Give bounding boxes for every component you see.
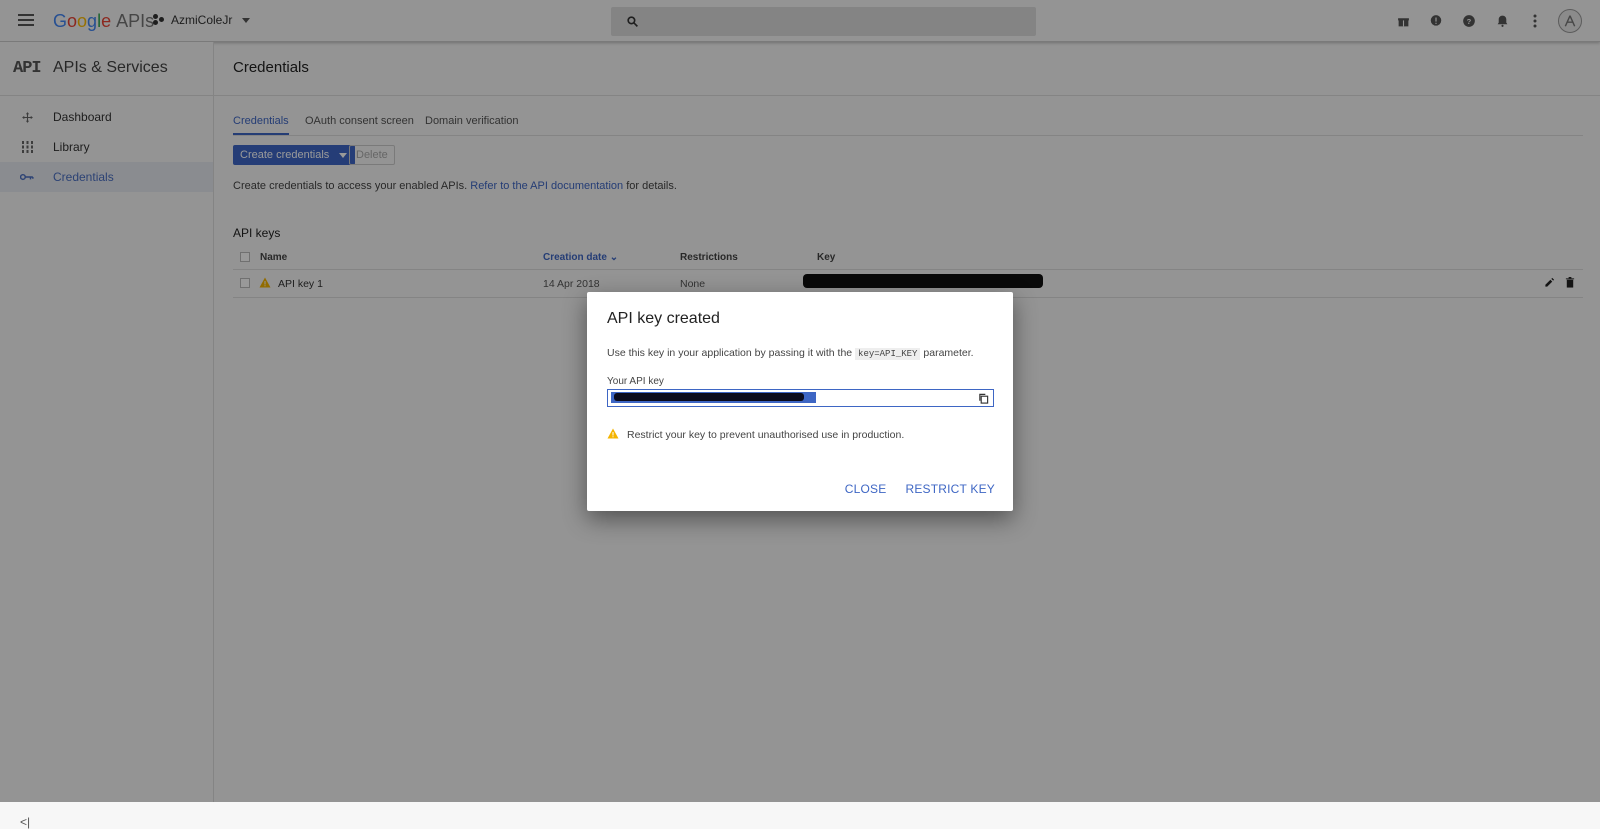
dialog-title: API key created	[607, 310, 720, 327]
dialog-description: Use this key in your application by pass…	[607, 347, 974, 360]
api-key-field-label: Your API key	[607, 376, 664, 387]
copy-icon[interactable]	[978, 392, 989, 407]
close-button[interactable]: CLOSE	[845, 482, 887, 496]
api-key-created-dialog: API key created Use this key in your app…	[587, 292, 1013, 511]
dialog-text-after: parameter.	[923, 347, 974, 359]
dialog-text-before: Use this key in your application by pass…	[607, 347, 853, 359]
restrict-warning: Restrict your key to prevent unauthorise…	[607, 428, 904, 442]
warning-icon	[607, 428, 619, 442]
warning-text: Restrict your key to prevent unauthorise…	[627, 429, 905, 441]
api-key-param-code: key=API_KEY	[855, 348, 921, 360]
redacted-key	[614, 393, 804, 401]
restrict-key-button[interactable]: RESTRICT KEY	[905, 482, 995, 496]
api-key-field[interactable]	[607, 389, 994, 407]
collapse-sidebar-icon[interactable]: <|	[20, 815, 30, 829]
